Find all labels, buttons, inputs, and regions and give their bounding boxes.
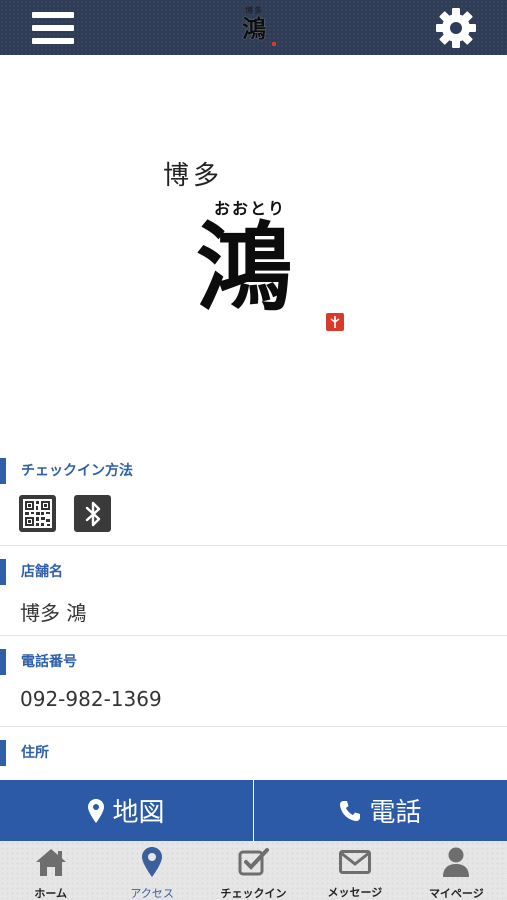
bottom-tab-bar: ホーム アクセス チェックイン メッセージ マイページ <box>0 841 507 900</box>
phone-label: 電話番号 <box>0 649 77 675</box>
tab-home-label: ホーム <box>34 887 68 900</box>
map-button[interactable]: 地図 <box>0 780 253 841</box>
settings-button[interactable] <box>435 7 477 49</box>
user-icon <box>443 847 470 877</box>
map-button-label: 地図 <box>112 798 165 828</box>
tab-checkin[interactable]: チェックイン <box>203 841 304 900</box>
address-label: 住所 <box>0 740 49 766</box>
map-pin-icon <box>142 847 163 877</box>
action-divider <box>253 780 254 841</box>
bluetooth-icon <box>85 501 100 526</box>
call-button[interactable]: 電話 <box>254 780 507 841</box>
logo-hakata-text: 博多 <box>163 161 224 191</box>
map-pin-icon <box>88 798 105 823</box>
envelope-icon <box>338 849 371 874</box>
checkin-method-icons <box>19 495 111 532</box>
seal-mark-icon <box>330 316 340 328</box>
phone-value[interactable]: 092-982-1369 <box>20 687 162 711</box>
tab-message[interactable]: メッセージ <box>304 841 405 900</box>
header-logo-big: 鴻 <box>242 14 266 43</box>
tab-mypage-label: マイページ <box>428 887 484 900</box>
tab-access-label: アクセス <box>130 887 174 900</box>
store-name-label: 店舗名 <box>0 559 63 585</box>
tab-mypage[interactable]: マイページ <box>406 841 507 900</box>
qr-code-icon <box>23 499 52 528</box>
home-icon <box>35 849 66 876</box>
checkin-method-section: チェックイン方法 <box>0 458 507 546</box>
header-logo: 博多 鴻 <box>230 6 278 50</box>
header-logo-stamp <box>272 42 276 46</box>
phone-section: 電話番号 092-982-1369 <box>0 649 507 727</box>
store-name-section: 店舗名 博多 鴻 <box>0 559 507 636</box>
address-section: 住所 <box>0 740 507 780</box>
tab-checkin-label: チェックイン <box>220 887 287 900</box>
hamburger-bar <box>32 24 74 31</box>
logo-main-kanji: 鴻 <box>196 211 292 324</box>
shop-logo: 博多 おおとり 鴻 <box>0 55 507 450</box>
store-name-value: 博多 鴻 <box>20 601 87 625</box>
menu-button[interactable] <box>32 10 74 46</box>
checkbox-icon <box>238 848 269 876</box>
hamburger-bar <box>32 37 74 44</box>
tab-message-label: メッセージ <box>327 886 383 899</box>
checkin-method-label: チェックイン方法 <box>0 458 133 484</box>
tab-access[interactable]: アクセス <box>101 841 202 900</box>
gear-icon <box>436 7 476 48</box>
app-header: 博多 鴻 <box>0 0 507 55</box>
action-bar: 地図 電話 <box>0 780 507 841</box>
hamburger-bar <box>32 11 74 18</box>
tab-home[interactable]: ホーム <box>0 841 101 900</box>
call-button-label: 電話 <box>369 798 422 828</box>
logo-seal-stamp <box>326 313 344 331</box>
bluetooth-button[interactable] <box>74 495 111 532</box>
qr-code-button[interactable] <box>19 495 56 532</box>
phone-icon <box>340 800 361 821</box>
